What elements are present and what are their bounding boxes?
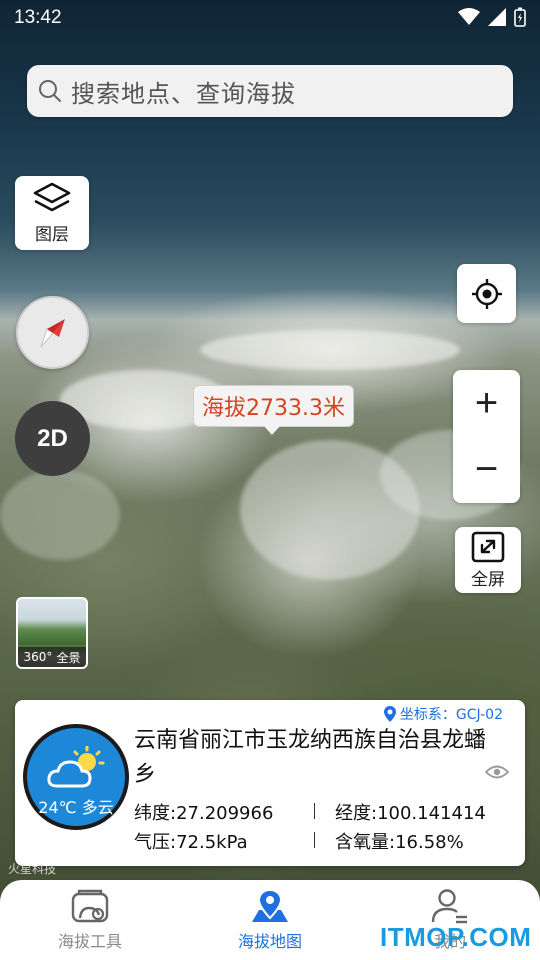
nav-label: 海拔地图	[237, 932, 302, 951]
divider	[314, 832, 315, 848]
elevation-tooltip: 海拔2733.3米	[193, 385, 354, 435]
zoom-in-button[interactable]: +	[453, 370, 520, 436]
battery-icon	[514, 7, 526, 27]
oxygen-value: 含氧量:16.58%	[335, 832, 464, 853]
lat-lng-row: 纬度:27.209966 经度:100.141414	[134, 799, 486, 825]
watermark: ITMOP.COM	[380, 922, 532, 952]
status-time: 13:42	[14, 7, 62, 28]
weather-badge: 24℃ 多云	[23, 724, 129, 830]
coordinate-system[interactable]: 坐标系：GCJ-02	[383, 704, 503, 724]
mode-2d-button[interactable]: 2D	[15, 401, 90, 476]
panorama-badge: 360°	[23, 650, 53, 664]
fullscreen-button[interactable]: 全屏	[455, 527, 521, 593]
panorama-label: 全景	[56, 650, 81, 665]
latitude-value: 纬度:27.209966	[134, 803, 274, 824]
layers-icon	[33, 182, 71, 211]
weather-text: 24℃ 多云	[38, 798, 114, 817]
panorama-thumbnail[interactable]: 360° 全景	[16, 597, 88, 669]
search-placeholder: 搜索地点、查询海拔	[71, 79, 296, 108]
divider	[314, 803, 315, 819]
coordinate-system-label: 坐标系：GCJ-02	[399, 707, 503, 723]
location-address: 云南省丽江市玉龙纳西族自治县龙蟠乡	[134, 728, 487, 787]
nav-item-altitude-map[interactable]: 海拔地图	[200, 888, 340, 952]
panorama-tag: 360° 全景	[18, 647, 86, 667]
profile-icon	[431, 889, 467, 924]
nav-item-altitude-tools[interactable]: 海拔工具	[20, 888, 160, 952]
map-pin-icon	[252, 888, 288, 922]
crosshair-icon	[471, 278, 502, 309]
compass-button[interactable]	[16, 296, 89, 369]
nav-label: 海拔工具	[57, 932, 122, 951]
search-icon	[39, 80, 61, 102]
pressure-value: 气压:72.5kPa	[134, 832, 248, 853]
fullscreen-label: 全屏	[471, 569, 505, 590]
search-bar[interactable]: 搜索地点、查询海拔	[27, 65, 513, 117]
altitude-tool-icon	[71, 889, 109, 923]
status-bar: 13:42	[0, 0, 540, 36]
zoom-out-button[interactable]: −	[453, 436, 520, 502]
signal-icon	[488, 8, 506, 26]
layers-button[interactable]: 图层	[15, 176, 89, 250]
eye-icon[interactable]	[485, 764, 509, 780]
location-info-card[interactable]: 坐标系：GCJ-02 24℃ 多云 云南省丽江市玉龙纳西族自治县龙蟠乡 纬度:2…	[15, 700, 525, 866]
partly-cloudy-icon	[47, 746, 105, 788]
layers-label: 图层	[35, 224, 69, 245]
expand-icon	[471, 531, 505, 562]
compass-needle-icon	[40, 318, 65, 347]
zoom-control: + −	[453, 370, 520, 503]
longitude-value: 经度:100.141414	[335, 803, 486, 824]
pressure-oxygen-row: 气压:72.5kPa 含氧量:16.58%	[134, 828, 464, 854]
map-attribution: 火星科技	[8, 862, 57, 876]
wifi-icon	[458, 8, 480, 25]
location-pin-icon	[383, 706, 396, 722]
locate-button[interactable]	[457, 264, 516, 323]
